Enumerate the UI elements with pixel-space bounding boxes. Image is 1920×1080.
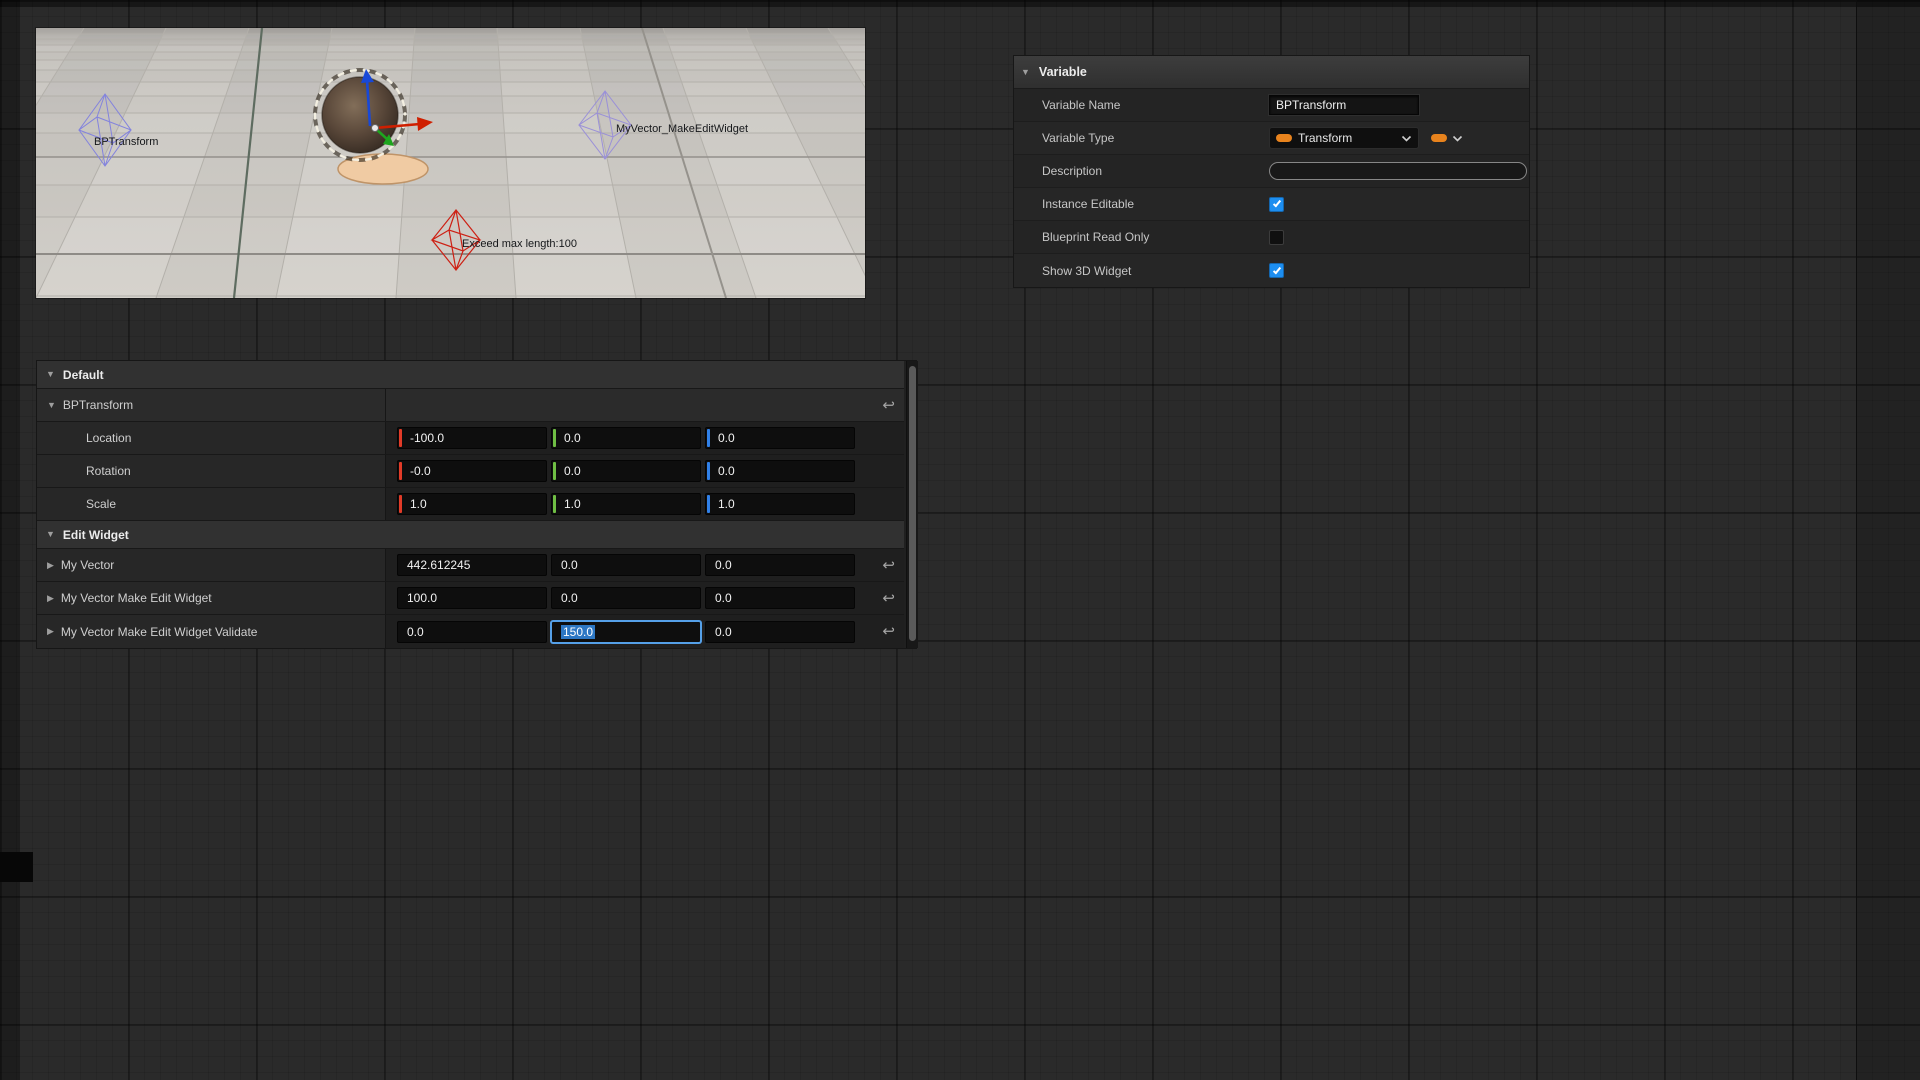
mvmew-z-input[interactable]: 0.0 [705, 587, 855, 609]
rotation-row: Rotation -0.0 0.0 0.0 [37, 455, 904, 488]
mvmewv-x-input[interactable]: 0.0 [397, 621, 547, 643]
variable-name-row: Variable Name [1014, 89, 1529, 122]
mvmew-y-input[interactable]: 0.0 [551, 587, 701, 609]
variable-type-value: Transform [1298, 131, 1395, 145]
mvmewv-z-input[interactable]: 0.0 [705, 621, 855, 643]
my-vector-row: ▶ My Vector 442.612245 0.0 0.0 ↩ [37, 549, 904, 582]
chevron-down-icon [1401, 135, 1412, 142]
variable-section-header[interactable]: ▼ Variable [1014, 56, 1529, 89]
y-axis-bar [553, 495, 556, 513]
scale-label: Scale [86, 497, 116, 511]
myvector-label: MyVector_MakeEditWidget [616, 123, 748, 135]
check-icon [1272, 265, 1280, 274]
blueprint-read-only-label: Blueprint Read Only [1014, 230, 1269, 244]
graph-edge-top [0, 0, 1920, 7]
category-edit-widget[interactable]: ▼ Edit Widget [37, 521, 904, 549]
instance-editable-checkbox[interactable] [1269, 197, 1284, 212]
mvmew-x-input[interactable]: 100.0 [397, 587, 547, 609]
rotation-label: Rotation [86, 464, 131, 478]
z-axis-bar [707, 462, 710, 480]
variable-type-row: Variable Type Transform [1014, 122, 1529, 155]
container-type-icon[interactable] [1431, 134, 1447, 142]
graph-edge-left [0, 0, 20, 1080]
blueprint-read-only-checkbox[interactable] [1269, 230, 1284, 245]
my-vector-make-edit-widget-label: My Vector Make Edit Widget [61, 591, 212, 605]
category-default-title: Default [63, 368, 104, 382]
x-axis-bar [399, 429, 402, 447]
description-input[interactable] [1269, 162, 1527, 180]
my-vector-label: My Vector [61, 558, 114, 572]
show-3d-widget-label: Show 3D Widget [1014, 264, 1269, 278]
rotation-y-input[interactable]: 0.0 [551, 460, 701, 482]
graph-edge-right [1856, 0, 1920, 1080]
gizmo-center [372, 125, 379, 132]
container-type-chevron-icon[interactable] [1452, 135, 1463, 142]
details-panel: ▼ Default ▼ BPTransform ↩ Location -100.… [36, 360, 917, 649]
scale-row: Scale 1.0 1.0 1.0 [37, 488, 904, 521]
z-axis-bar [707, 429, 710, 447]
variable-type-label: Variable Type [1014, 131, 1269, 145]
collapse-arrow-icon[interactable]: ▼ [47, 401, 56, 410]
collapse-arrow-icon: ▼ [1021, 68, 1030, 77]
exceed-label: Exceed max length:100 [462, 238, 577, 250]
bptransform-property-label: BPTransform [63, 398, 133, 412]
y-axis-bar [553, 462, 556, 480]
collapse-arrow-icon: ▼ [46, 370, 55, 379]
check-icon [1272, 199, 1280, 208]
my-vector-x-input[interactable]: 442.612245 [397, 554, 547, 576]
reset-to-default-icon[interactable]: ↩ [882, 398, 895, 413]
reset-to-default-icon[interactable]: ↩ [882, 558, 895, 573]
z-axis-bar [707, 495, 710, 513]
scrollbar-thumb[interactable] [909, 366, 916, 641]
instance-editable-row: Instance Editable [1014, 188, 1529, 221]
x-axis-bar [399, 495, 402, 513]
scale-z-input[interactable]: 1.0 [705, 493, 855, 515]
scale-y-input[interactable]: 1.0 [551, 493, 701, 515]
reset-to-default-icon[interactable]: ↩ [882, 624, 895, 639]
variable-details-panel: ▼ Variable Variable Name Variable Type T… [1013, 55, 1530, 288]
location-z-input[interactable]: 0.0 [705, 427, 855, 449]
my-vector-z-input[interactable]: 0.0 [705, 554, 855, 576]
variable-name-label: Variable Name [1014, 98, 1269, 112]
viewport-3d-preview[interactable]: BPTransform MyVector_MakeEditWidget Exce… [36, 28, 865, 298]
expand-arrow-icon[interactable]: ▶ [47, 627, 54, 636]
details-scrollbar[interactable] [906, 361, 918, 648]
rotation-x-input[interactable]: -0.0 [397, 460, 547, 482]
variable-name-input[interactable] [1269, 95, 1419, 115]
y-axis-bar [553, 429, 556, 447]
my-vector-make-edit-widget-validate-row: ▶ My Vector Make Edit Widget Validate 0.… [37, 615, 904, 648]
blueprint-read-only-row: Blueprint Read Only [1014, 221, 1529, 254]
description-label: Description [1014, 164, 1269, 178]
my-vector-make-edit-widget-validate-label: My Vector Make Edit Widget Validate [61, 625, 258, 639]
scale-x-input[interactable]: 1.0 [397, 493, 547, 515]
expand-arrow-icon[interactable]: ▶ [47, 594, 54, 603]
show-3d-widget-checkbox[interactable] [1269, 263, 1284, 278]
category-edit-widget-title: Edit Widget [63, 528, 129, 542]
location-row: Location -100.0 0.0 0.0 [37, 422, 904, 455]
transform-type-icon [1276, 134, 1292, 142]
rotation-z-input[interactable]: 0.0 [705, 460, 855, 482]
variable-type-dropdown[interactable]: Transform [1269, 127, 1419, 149]
x-axis-bar [399, 462, 402, 480]
graph-corner-block [0, 852, 33, 882]
category-default[interactable]: ▼ Default [37, 361, 904, 389]
variable-section-title: Variable [1039, 65, 1087, 79]
location-x-input[interactable]: -100.0 [397, 427, 547, 449]
reset-to-default-icon[interactable]: ↩ [882, 591, 895, 606]
bptransform-row: ▼ BPTransform ↩ [37, 389, 904, 422]
my-vector-make-edit-widget-row: ▶ My Vector Make Edit Widget 100.0 0.0 0… [37, 582, 904, 615]
collapse-arrow-icon: ▼ [46, 530, 55, 539]
show-3d-widget-row: Show 3D Widget [1014, 254, 1529, 287]
location-y-input[interactable]: 0.0 [551, 427, 701, 449]
mvmewv-y-input[interactable]: 150.0 [551, 621, 701, 643]
instance-editable-label: Instance Editable [1014, 197, 1269, 211]
expand-arrow-icon[interactable]: ▶ [47, 561, 54, 570]
description-row: Description [1014, 155, 1529, 188]
viewport-canvas[interactable]: BPTransform MyVector_MakeEditWidget Exce… [36, 28, 865, 298]
bptransform-label: BPTransform [94, 136, 158, 148]
location-label: Location [86, 431, 131, 445]
my-vector-y-input[interactable]: 0.0 [551, 554, 701, 576]
